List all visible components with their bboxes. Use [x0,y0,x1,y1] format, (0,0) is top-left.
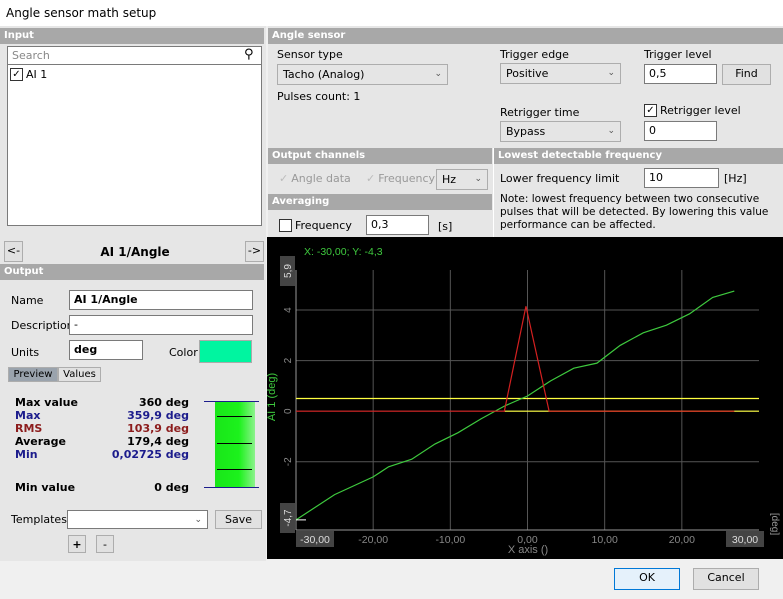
y-tick-label: 0 [283,408,294,414]
chevron-down-icon: ⌄ [474,174,482,184]
next-button[interactable]: -> [245,241,264,262]
x-tick-label: 10,00 [592,534,618,546]
ok-button[interactable]: OK [614,568,680,590]
description-label: Description [11,319,74,332]
min-stat: 0,02725 deg [111,448,189,461]
average-stat: 179,4 deg [127,435,189,448]
divider [493,148,494,237]
checkbox-checked-icon: ✓ [366,172,376,185]
checkbox-checked-icon[interactable]: ✓ [644,104,657,117]
frequency-unit-select[interactable]: Hz ⌄ [436,169,488,190]
color-label: Color [169,346,198,359]
level-tick [217,416,252,417]
retrigger-time-label: Retrigger time [500,106,580,119]
y-tick-label: 2 [283,357,294,363]
max-label: Max [15,409,41,422]
lower-frequency-label: Lower frequency limit [500,172,620,185]
name-label: Name [11,294,44,307]
x-tick-label: -10,00 [435,534,465,546]
level-min-line [204,487,259,488]
level-max-line [204,401,259,402]
input-header: Input [0,28,264,44]
lower-frequency-input[interactable]: 10 [644,168,719,188]
window-title: Angle sensor math setup [0,0,783,26]
templates-label: Templates [11,513,67,526]
chevron-down-icon: ⌄ [607,126,615,136]
name-input[interactable]: AI 1/Angle [69,290,253,310]
tab-values[interactable]: Values [58,367,101,382]
min-value: 0 deg [154,481,189,494]
cursor-readout: X: -30,00; Y: -4,3 [304,246,383,258]
y-axis-title: AI 1 (deg) [267,373,278,421]
trigger-level-input[interactable]: 0,5 [644,64,717,84]
search-input[interactable]: Search [7,46,262,65]
y-tick-label: 4 [283,307,294,313]
channel-list: ✓ AI 1 [7,64,262,226]
color-swatch[interactable] [199,340,252,363]
output-header: Output [0,264,264,280]
retrigger-time-select[interactable]: Bypass ⌄ [500,121,621,142]
averaging-frequency-checkbox[interactable]: Frequency [279,219,352,232]
note-text: Note: lowest frequency between two conse… [500,193,769,231]
chevron-down-icon: ⌄ [434,69,442,79]
y-tick-label: -2 [283,457,294,466]
average-label: Average [15,435,66,448]
angle-sensor-header: Angle sensor [268,28,783,44]
x-axis-title: X axis () [508,544,548,556]
trigger-edge-select[interactable]: Positive ⌄ [500,63,621,84]
angle-data-checkbox[interactable]: ✓ Angle data [279,172,351,185]
max-value: 360 deg [139,396,189,409]
templates-combo[interactable]: ⌄ [67,510,208,529]
checkbox-checked-icon: ✓ [279,172,289,185]
y-unit-label: [deg] [769,513,780,535]
add-template-button[interactable]: + [68,535,86,553]
min-value-label: Min value [15,481,76,494]
list-item[interactable]: ✓ AI 1 [10,68,47,81]
checkbox-checked-icon[interactable]: ✓ [10,68,23,81]
remove-template-button[interactable]: - [96,535,114,553]
lower-frequency-unit: [Hz] [724,172,747,185]
trigger-edge-label: Trigger edge [500,48,569,61]
checkbox-unchecked-icon[interactable] [279,219,292,232]
y-tick-label: -4,7 [283,509,294,527]
current-output-label: AI 1/Angle [100,245,170,259]
preview-chart[interactable]: -30,00 -20,00 -10,00 0,00 10,00 20,00 30,005,9… [267,237,783,559]
save-button[interactable]: Save [215,510,262,529]
x-tick-label: -30,00 [300,534,330,546]
min-label: Min [15,448,38,461]
units-input[interactable]: deg [69,340,143,360]
level-bar [215,402,255,487]
max-stat: 359,9 deg [127,409,189,422]
lowest-frequency-header: Lowest detectable frequency [494,148,783,164]
averaging-header: Averaging [268,194,492,210]
frequency-output-checkbox[interactable]: ✓ Frequency [366,172,435,185]
sensor-type-select[interactable]: Tacho (Analog) ⌄ [277,64,448,85]
pulses-count: Pulses count: 1 [277,90,361,103]
rms-label: RMS [15,422,43,435]
retrigger-level-input[interactable]: 0 [644,121,717,141]
y-tick-label: 5,9 [283,264,294,278]
averaging-unit: [s] [438,220,453,233]
tab-preview[interactable]: Preview [8,367,58,382]
prev-button[interactable]: <- [4,241,23,262]
sensor-type-label: Sensor type [277,48,343,61]
x-tick-label: 20,00 [669,534,695,546]
retrigger-level-checkbox[interactable]: ✓ Retrigger level [644,104,741,117]
search-icon[interactable]: ⚲ [244,47,254,62]
chevron-down-icon: ⌄ [607,68,615,78]
x-tick-label: 30,00 [732,534,758,546]
rms-stat: 103,9 deg [127,422,189,435]
trigger-level-label: Trigger level [644,48,712,61]
level-tick [217,469,252,470]
x-tick-label: -20,00 [358,534,388,546]
cancel-button[interactable]: Cancel [693,568,759,590]
output-channels-header: Output channels [268,148,492,164]
chevron-down-icon: ⌄ [194,515,202,525]
units-label: Units [11,346,40,359]
level-tick [217,443,252,444]
averaging-input[interactable]: 0,3 [366,215,429,235]
find-button[interactable]: Find [722,64,771,85]
description-input[interactable]: - [69,315,253,335]
